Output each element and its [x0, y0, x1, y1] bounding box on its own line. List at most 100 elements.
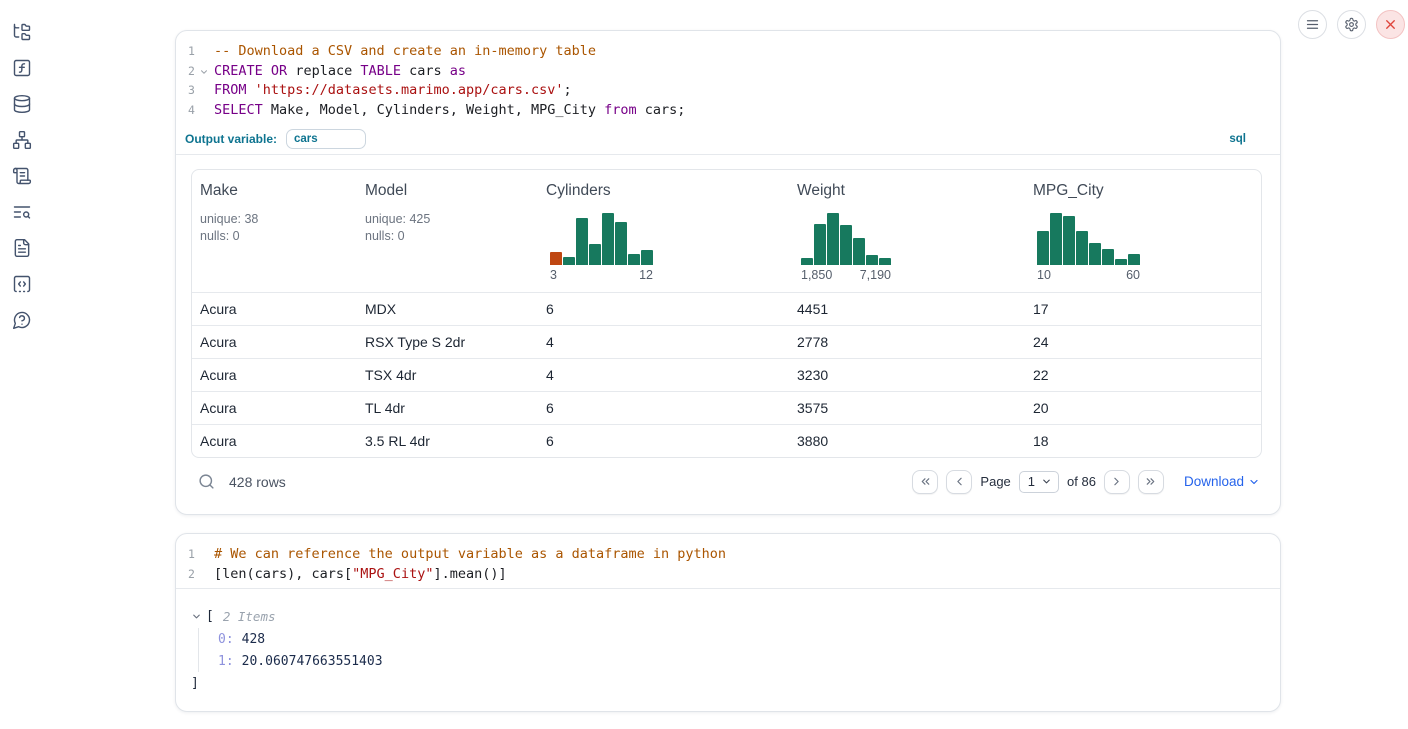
histogram-bar: [1063, 216, 1075, 264]
code-line[interactable]: 2 [len(cars), cars["MPG_City"].mean()]: [176, 565, 1280, 585]
code-text: SELECT Make, Model, Cylinders, Weight, M…: [214, 101, 685, 121]
axis-min-label: 10: [1037, 268, 1051, 282]
datasources-icon[interactable]: [12, 94, 32, 114]
code-token: [263, 63, 271, 79]
column-header[interactable]: Makeunique: 38nulls: 0: [192, 170, 357, 292]
table-cell: 3230: [789, 367, 1025, 383]
output-variable-input[interactable]: [286, 129, 366, 149]
line-number: 1: [188, 42, 199, 62]
column-stats: unique: 425nulls: 0: [365, 211, 530, 245]
python-code-editor[interactable]: 1 # We can reference the output variable …: [176, 534, 1280, 588]
chevron-down-icon: [1248, 476, 1260, 488]
code-token: cars: [401, 63, 450, 79]
scratchpad-icon[interactable]: [12, 166, 32, 186]
table-row[interactable]: AcuraTL 4dr6357520: [192, 391, 1261, 424]
column-name: Model: [365, 182, 530, 200]
line-gutter: 1: [176, 545, 214, 565]
shutdown-button[interactable]: [1376, 10, 1405, 39]
table-row[interactable]: AcuraRSX Type S 2dr4277824: [192, 325, 1261, 358]
settings-button[interactable]: [1337, 10, 1366, 39]
table-cell: Acura: [192, 400, 357, 416]
axis-max-label: 12: [639, 268, 653, 282]
histogram-bar: [563, 257, 575, 265]
column-histogram[interactable]: 1060: [1037, 210, 1140, 282]
line-gutter: 2: [176, 565, 214, 585]
sql-code-editor[interactable]: 1 -- Download a CSV and create an in-memo…: [176, 31, 1280, 125]
code-token: from: [604, 102, 637, 118]
prev-page-button[interactable]: [946, 470, 972, 494]
output-list-items: 0:4281:20.060747663551403: [198, 628, 1264, 672]
histogram-bar: [1037, 231, 1049, 265]
table-cell: TL 4dr: [357, 400, 538, 416]
collapse-caret-icon[interactable]: [191, 611, 202, 622]
line-number: 4: [188, 101, 199, 121]
page-total-label: of 86: [1067, 474, 1096, 489]
code-token: 'https://datasets.marimo.app/cars.csv': [255, 82, 564, 98]
page-label: Page: [980, 474, 1010, 489]
histogram-bar: [1076, 231, 1088, 265]
table-cell: 6: [538, 301, 789, 317]
chevrons-right-icon: [1144, 475, 1157, 488]
next-page-button[interactable]: [1104, 470, 1130, 494]
code-token: "MPG_City": [352, 566, 433, 582]
last-page-button[interactable]: [1138, 470, 1164, 494]
code-line[interactable]: 3FROM 'https://datasets.marimo.app/cars.…: [176, 81, 1280, 101]
table-row[interactable]: AcuraTSX 4dr4323022: [192, 358, 1261, 391]
line-number: 1: [188, 545, 199, 565]
code-text: [len(cars), cars["MPG_City"].mean()]: [214, 565, 507, 585]
table-cell: Acura: [192, 433, 357, 449]
column-histogram[interactable]: 312: [550, 210, 653, 282]
code-line[interactable]: 2CREATE OR replace TABLE cars as: [176, 62, 1280, 82]
notebook-actions: [1298, 10, 1405, 39]
download-label: Download: [1184, 474, 1244, 489]
documentation-icon[interactable]: [12, 238, 32, 258]
logs-icon[interactable]: [12, 202, 32, 222]
column-name: Make: [200, 182, 349, 200]
code-token: as: [450, 63, 466, 79]
download-button[interactable]: Download: [1184, 474, 1260, 489]
histogram-bar: [615, 222, 627, 265]
column-header[interactable]: Cylinders312: [538, 170, 789, 292]
histogram-bar: [879, 258, 891, 265]
code-text: -- Download a CSV and create an in-memor…: [214, 42, 596, 62]
line-number: 2: [188, 565, 199, 585]
item-index: 1:: [218, 654, 234, 669]
output-list-root: [ 2 Items: [191, 605, 1264, 627]
table-cell: 4: [538, 367, 789, 383]
first-page-button[interactable]: [912, 470, 938, 494]
menu-button[interactable]: [1298, 10, 1327, 39]
table-cell: 18: [1025, 433, 1261, 449]
functions-icon[interactable]: [12, 58, 32, 78]
help-icon[interactable]: [12, 310, 32, 330]
page-select[interactable]: 1: [1019, 471, 1059, 493]
histogram-bar: [801, 258, 813, 265]
table-header-row: Makeunique: 38nulls: 0 Model unique: 425nu…: [192, 170, 1261, 292]
page-select-value: 1: [1028, 474, 1035, 489]
code-text: # We can reference the output variable a…: [214, 545, 726, 565]
line-gutter: 3: [176, 81, 214, 101]
column-histogram[interactable]: 1,8507,190: [801, 210, 891, 282]
item-value: 428: [242, 632, 265, 647]
code-line[interactable]: 1 # We can reference the output variable …: [176, 545, 1280, 565]
search-icon[interactable]: [198, 473, 215, 490]
code-token: # We can reference the output variable a…: [214, 546, 726, 562]
table-row[interactable]: AcuraMDX6445117: [192, 292, 1261, 325]
table-footer: 428 rows Page 1 of 86: [191, 463, 1262, 501]
column-header[interactable]: Weight 1,8507,190: [789, 170, 1025, 292]
output-list-item: 1:20.060747663551403: [218, 650, 1264, 672]
column-header[interactable]: MPG_City1060: [1025, 170, 1261, 292]
table-cell: 3575: [789, 400, 1025, 416]
file-tree-icon[interactable]: [12, 22, 32, 42]
column-name: Weight: [797, 182, 1017, 200]
close-icon: [1383, 17, 1398, 32]
fold-toggle-icon[interactable]: [199, 67, 209, 77]
code-token: [247, 82, 255, 98]
code-line[interactable]: 1 -- Download a CSV and create an in-memo…: [176, 42, 1280, 62]
table-row[interactable]: Acura3.5 RL 4dr6388018: [192, 424, 1261, 457]
histogram-bar: [550, 252, 562, 265]
snippets-icon[interactable]: [12, 274, 32, 294]
dependency-graph-icon[interactable]: [12, 130, 32, 150]
axis-min-label: 1,850: [801, 268, 832, 282]
column-header[interactable]: Model unique: 425nulls: 0: [357, 170, 538, 292]
code-line[interactable]: 4 SELECT Make, Model, Cylinders, Weight, …: [176, 101, 1280, 121]
